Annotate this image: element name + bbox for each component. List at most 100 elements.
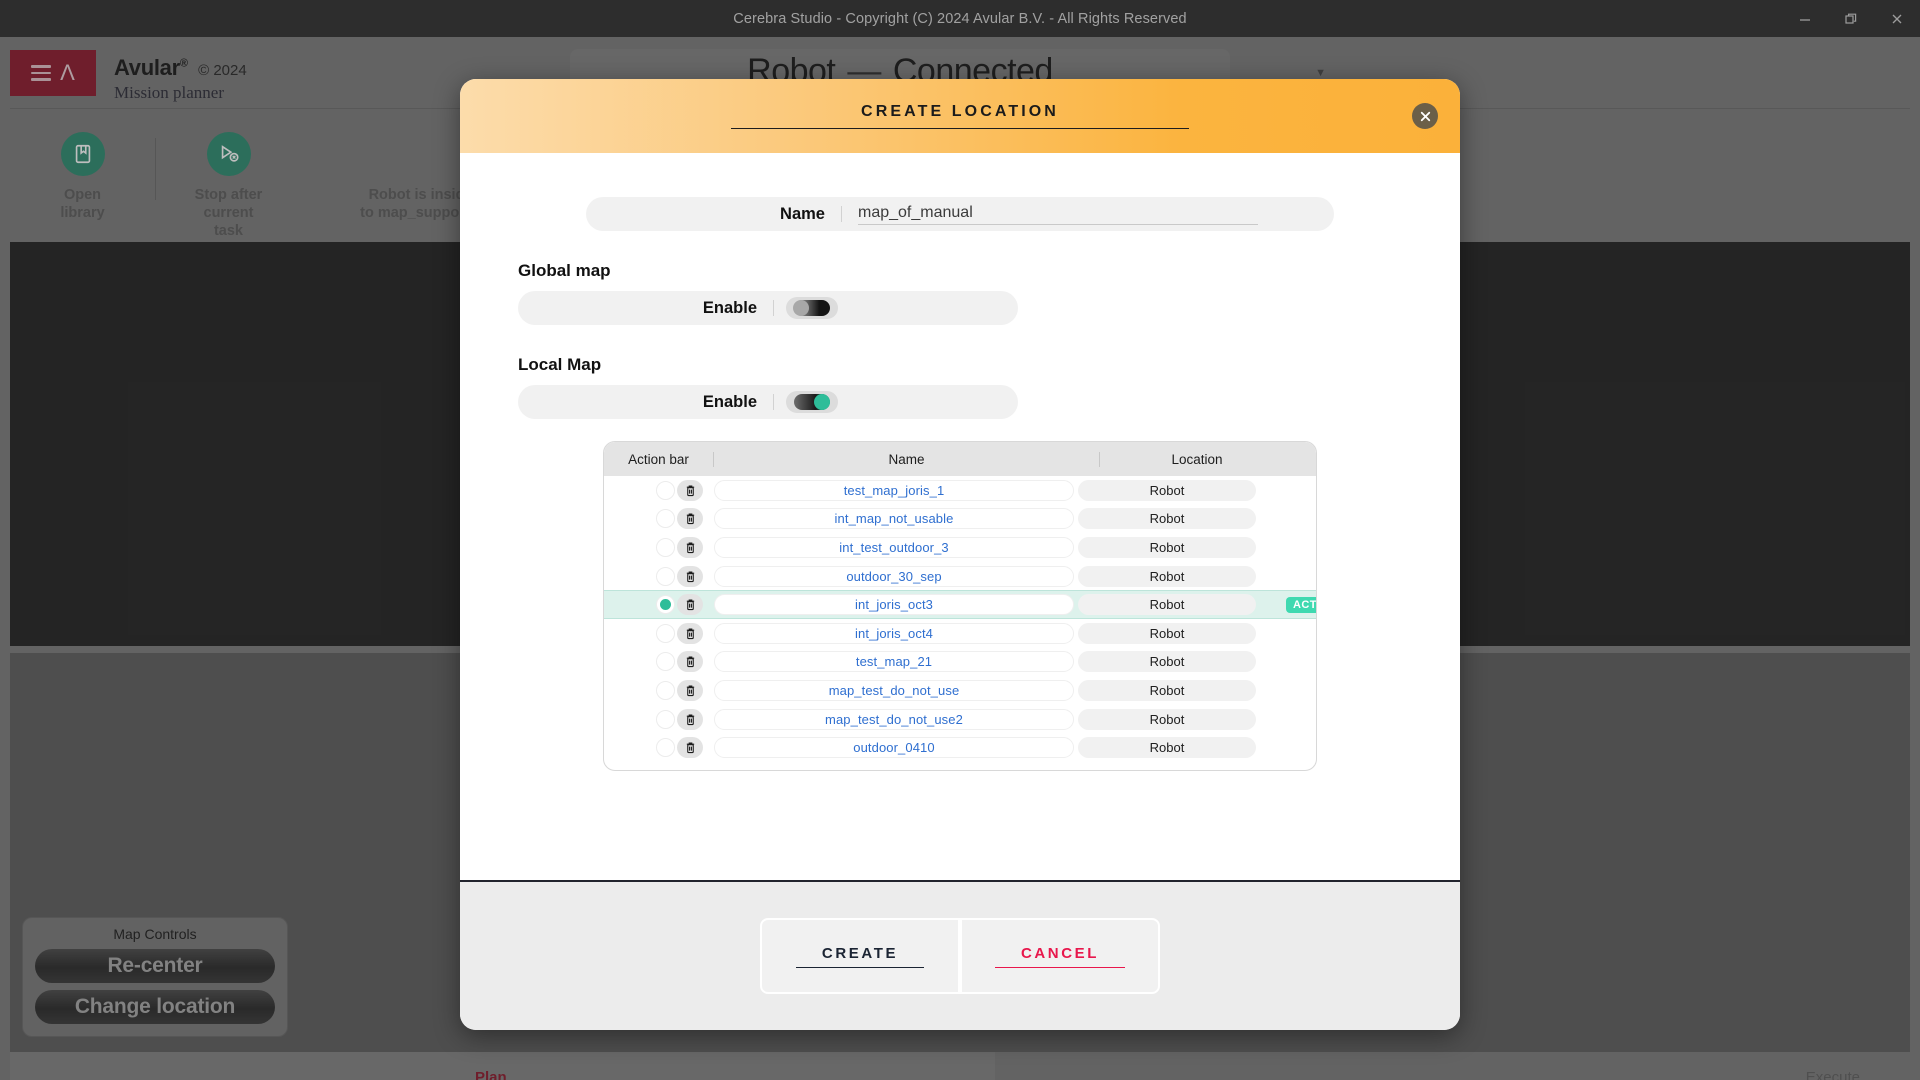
radio-dot — [660, 513, 671, 524]
name-field-input-wrap — [842, 203, 1334, 225]
row-location: Robot — [1078, 708, 1256, 730]
row-action-bar — [604, 622, 714, 644]
row-name-input[interactable]: outdoor_30_sep — [714, 565, 1074, 587]
table-row[interactable]: test_map_joris_1 Robot — [604, 476, 1316, 505]
row-action-bar — [604, 594, 714, 616]
create-location-dialog: CREATE LOCATION Name Global map Enable — [460, 79, 1460, 1030]
row-location: Robot — [1078, 679, 1256, 701]
row-select-radio[interactable] — [656, 595, 675, 615]
table-row[interactable]: int_map_not_usable Robot — [604, 505, 1316, 534]
toggle-knob — [793, 300, 809, 316]
status-badge: ACTIVE — [1286, 596, 1316, 613]
column-header-action-bar: Action bar — [604, 451, 714, 467]
global-map-toggle[interactable] — [786, 297, 838, 319]
row-action-bar — [604, 737, 714, 759]
column-header-name: Name — [714, 451, 1100, 467]
dialog-title: CREATE LOCATION — [731, 103, 1189, 129]
table-row[interactable]: map_test_do_not_use Robot — [604, 676, 1316, 705]
name-input[interactable] — [858, 203, 1258, 225]
cancel-button-label: CANCEL — [994, 945, 1126, 968]
dialog-body: Name Global map Enable Local Map Enable — [460, 153, 1460, 880]
trash-icon[interactable] — [677, 679, 703, 701]
global-map-section-title: Global map — [518, 261, 611, 280]
row-select-radio[interactable] — [656, 566, 675, 586]
row-select-radio[interactable] — [656, 623, 675, 643]
row-name-input[interactable]: int_map_not_usable — [714, 508, 1074, 530]
column-header-location: Location — [1171, 451, 1223, 467]
close-icon[interactable] — [1412, 103, 1438, 129]
row-action-bar — [604, 565, 714, 587]
row-location: Robot — [1078, 651, 1256, 673]
trash-icon[interactable] — [677, 737, 703, 759]
trash-icon[interactable] — [677, 622, 703, 644]
create-button[interactable]: CREATE — [760, 918, 960, 994]
row-location: Robot — [1078, 536, 1256, 558]
dialog-footer: CREATE CANCEL — [460, 880, 1460, 1030]
radio-dot — [660, 542, 671, 553]
global-map-enable-label: Enable — [518, 300, 774, 317]
trash-icon[interactable] — [677, 565, 703, 587]
row-name-input[interactable]: map_test_do_not_use — [714, 679, 1074, 701]
local-map-toggle-wrap — [774, 391, 838, 413]
row-name-input[interactable]: test_map_21 — [714, 651, 1074, 673]
row-name-input[interactable]: int_test_outdoor_3 — [714, 536, 1074, 558]
trash-icon[interactable] — [677, 651, 703, 673]
row-action-bar — [604, 651, 714, 673]
table-row[interactable]: int_joris_oct4 Robot — [604, 619, 1316, 648]
row-location: Robot — [1078, 508, 1256, 530]
row-name-input[interactable]: int_joris_oct4 — [714, 622, 1074, 644]
table-row[interactable]: int_test_outdoor_3 Robot — [604, 533, 1316, 562]
toggle-knob — [814, 394, 830, 410]
local-map-toggle[interactable] — [786, 391, 838, 413]
row-location: Robot — [1078, 622, 1256, 644]
cancel-button[interactable]: CANCEL — [960, 918, 1160, 994]
row-location: Robot — [1078, 565, 1256, 587]
radio-dot — [660, 685, 671, 696]
locations-table: Action bar Name Location test_map_joris_… — [603, 441, 1317, 771]
radio-dot — [660, 714, 671, 725]
row-name-input[interactable]: outdoor_0410 — [714, 737, 1074, 759]
row-select-radio[interactable] — [656, 509, 675, 529]
create-button-label: CREATE — [795, 945, 925, 968]
table-body: test_map_joris_1 Robot int_map_not_usable R… — [604, 476, 1316, 762]
table-row[interactable]: test_map_21 Robot — [604, 648, 1316, 677]
trash-icon[interactable] — [677, 508, 703, 530]
row-location: Robot — [1078, 479, 1256, 501]
table-header-row: Action bar Name Location — [604, 442, 1316, 476]
row-action-bar — [604, 708, 714, 730]
row-location: Robot — [1078, 737, 1256, 759]
radio-dot — [660, 571, 671, 582]
row-name-input[interactable]: int_joris_oct3 — [714, 594, 1074, 616]
table-row[interactable]: outdoor_30_sep Robot — [604, 562, 1316, 591]
name-field-row: Name — [586, 197, 1334, 231]
row-action-bar — [604, 536, 714, 558]
table-row[interactable]: int_joris_oct3Robot ACTIVE — [604, 590, 1316, 619]
trash-icon[interactable] — [677, 708, 703, 730]
app-root: Cerebra Studio - Copyright (C) 2024 Avul… — [0, 0, 1920, 1080]
trash-icon[interactable] — [677, 479, 703, 501]
radio-dot — [660, 599, 671, 611]
row-select-radio[interactable] — [656, 652, 675, 672]
trash-icon[interactable] — [677, 594, 703, 616]
local-map-enable-label: Enable — [518, 394, 774, 411]
trash-icon[interactable] — [677, 536, 703, 558]
radio-dot — [660, 628, 671, 639]
row-location: Robot — [1078, 594, 1256, 616]
row-action-bar — [604, 479, 714, 501]
table-row[interactable]: outdoor_0410 Robot — [604, 733, 1316, 762]
row-select-radio[interactable] — [656, 738, 675, 758]
row-name-input[interactable]: map_test_do_not_use2 — [714, 708, 1074, 730]
radio-dot — [660, 656, 671, 667]
row-select-radio[interactable] — [656, 709, 675, 729]
radio-dot — [660, 742, 671, 753]
row-select-radio[interactable] — [656, 537, 675, 557]
row-select-radio[interactable] — [656, 680, 675, 700]
global-map-toggle-wrap — [774, 297, 838, 319]
row-name-input[interactable]: test_map_joris_1 — [714, 479, 1074, 501]
local-map-section-title: Local Map — [518, 355, 602, 374]
row-select-radio[interactable] — [656, 480, 675, 500]
table-row[interactable]: map_test_do_not_use2 Robot — [604, 705, 1316, 734]
row-action-bar — [604, 679, 714, 701]
global-map-enable-row: Enable — [518, 291, 1018, 325]
local-map-enable-row: Enable — [518, 385, 1018, 419]
